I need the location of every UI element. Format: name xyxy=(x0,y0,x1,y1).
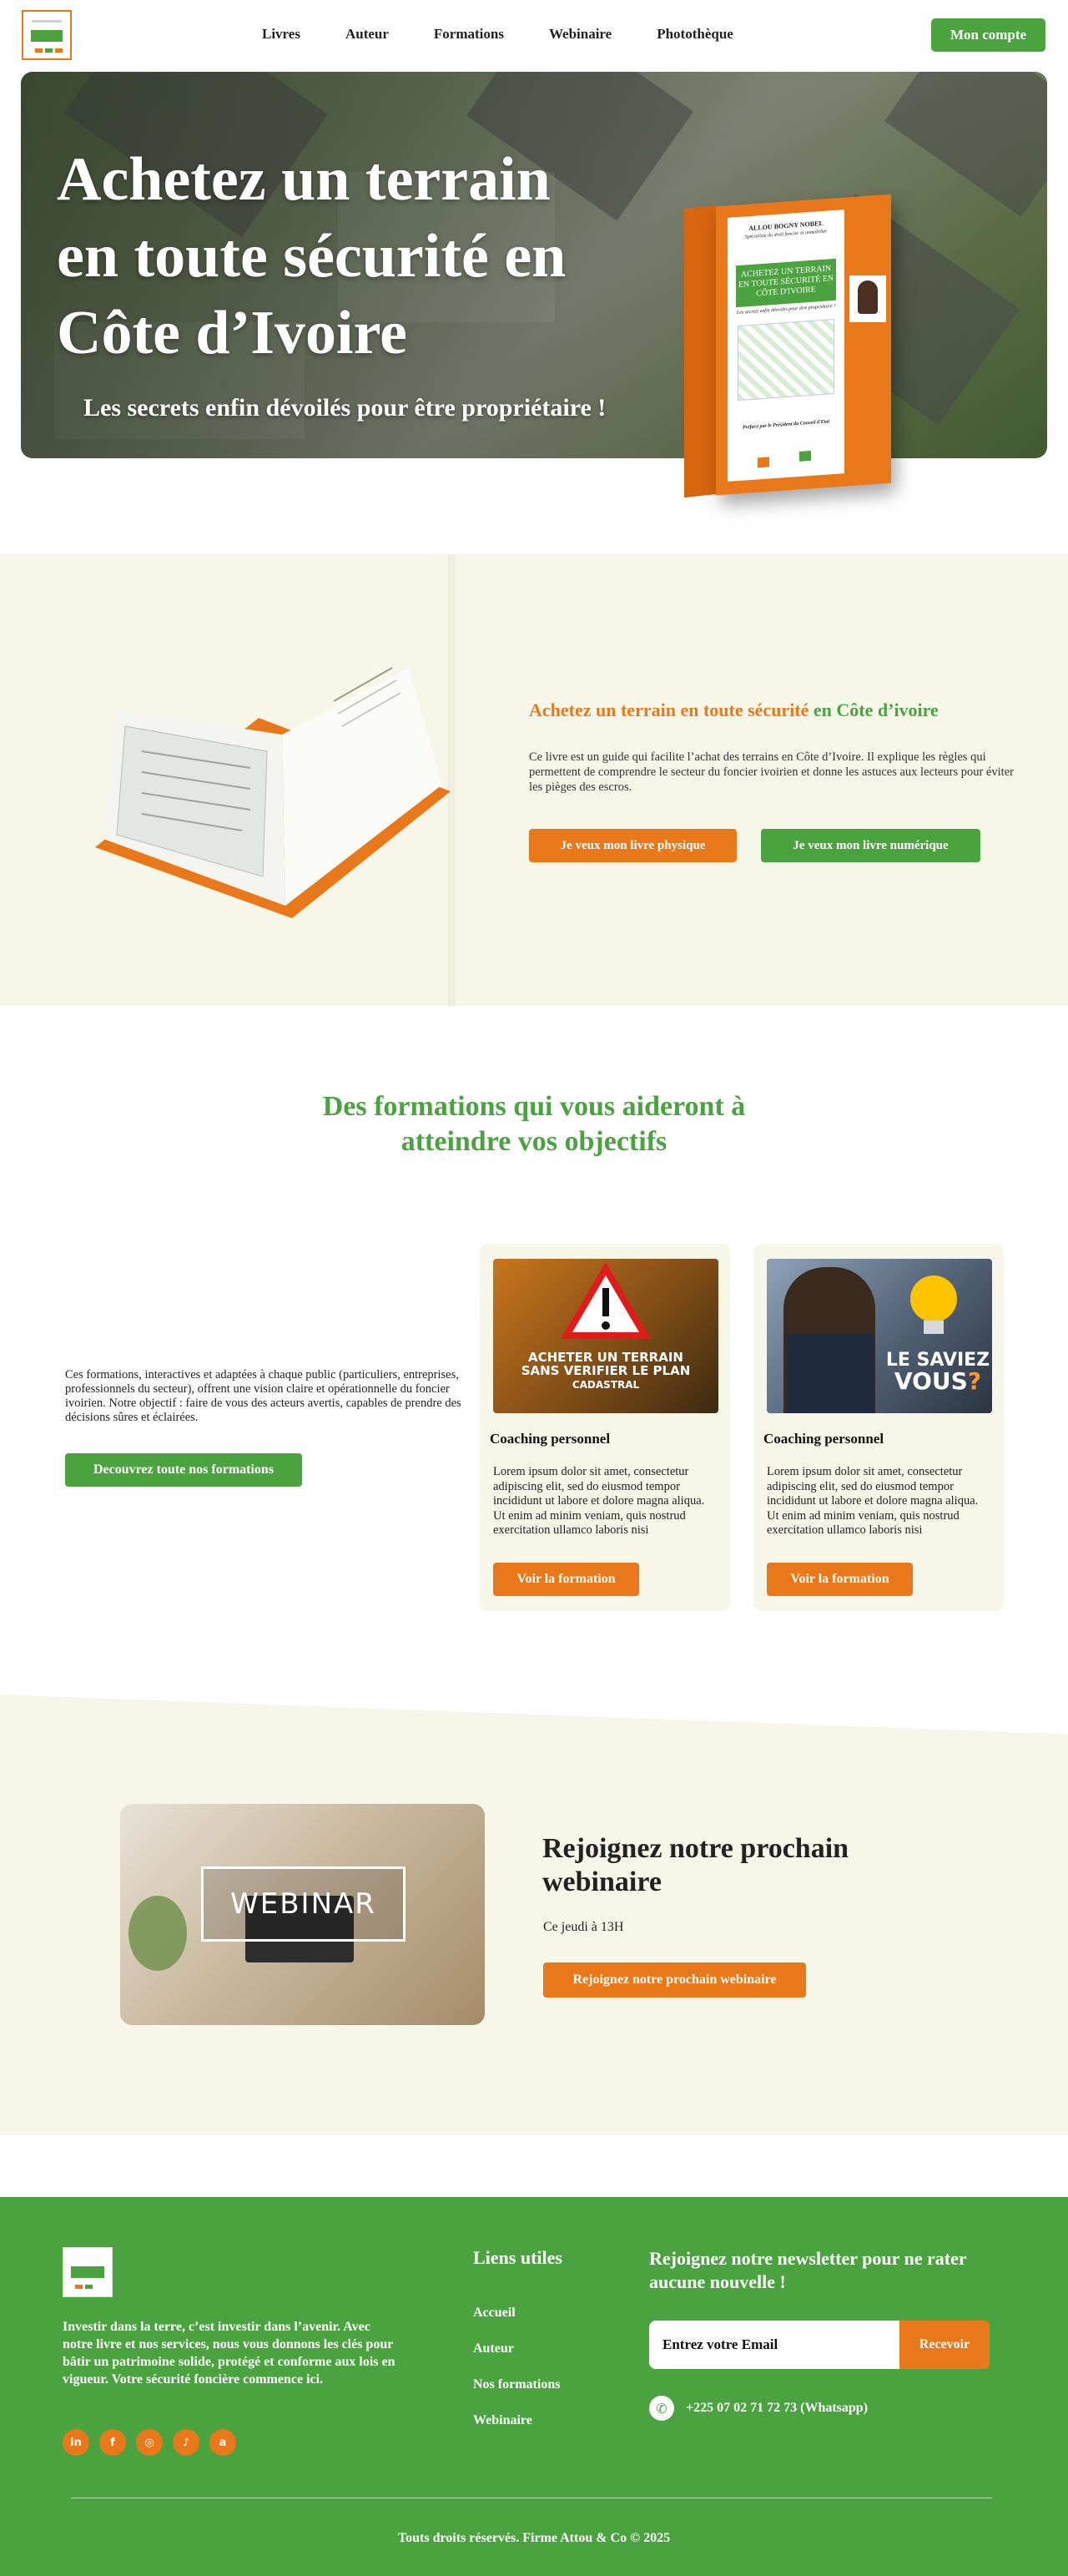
whatsapp-icon: ✆ xyxy=(649,2396,674,2421)
account-button[interactable]: Mon compte xyxy=(931,18,1045,52)
lightbulb-icon xyxy=(910,1275,957,1334)
main-menu: Livres Auteur Formations Webinaire Photo… xyxy=(262,26,778,43)
formation-card-body: Lorem ipsum dolor sit amet, consectetur … xyxy=(767,1465,979,1537)
top-navbar: Livres Auteur Formations Webinaire Photo… xyxy=(0,0,1068,70)
formation-card-title: Coaching personnel xyxy=(490,1431,611,1447)
book-section-title: Achetez un terrain en toute sécurité en … xyxy=(529,700,939,720)
book-cover-image: ALLOU BOGNY NOBEL Spécialiste du droit f… xyxy=(684,194,901,501)
digital-book-button[interactable]: Je veux mon livre numérique xyxy=(761,829,980,862)
all-formations-button[interactable]: Decouvrez toute nos formations xyxy=(65,1453,302,1487)
book-section: Achetez un terrain en toute sécurité en … xyxy=(0,554,1068,1006)
newsletter-email-input[interactable]: Entrez votre Email xyxy=(649,2321,899,2369)
formation-card: LE SAVIEZ VOUS? Coaching personnel Lorem… xyxy=(753,1244,1004,1611)
links-title: Liens utiles xyxy=(473,2247,562,2268)
webinar-image: WEBINAR xyxy=(120,1804,485,2025)
open-book-image xyxy=(95,667,451,918)
webinar-time: Ce jeudi à 13H xyxy=(543,1920,624,1934)
nav-livres[interactable]: Livres xyxy=(262,26,300,43)
amazon-icon[interactable]: a xyxy=(209,2429,236,2456)
newsletter-title: Rejoignez notre newsletter pour ne rater… xyxy=(649,2248,967,2292)
footer-links: Accueil Auteur Nos formations Webinaire xyxy=(473,2306,560,2449)
instagram-icon[interactable]: ◎ xyxy=(136,2429,163,2456)
view-formation-button[interactable]: Voir la formation xyxy=(493,1563,639,1596)
formation-card-image: ACHETER UN TERRAIN SANS VERIFIER LE PLAN… xyxy=(493,1259,718,1413)
view-formation-button[interactable]: Voir la formation xyxy=(767,1563,913,1596)
footer-tagline: Investir dans la terre, c’est investir d… xyxy=(63,2320,395,2387)
webinar-image-label: WEBINAR xyxy=(201,1866,406,1942)
linkedin-icon[interactable]: in xyxy=(63,2429,89,2456)
book-section-description: Ce livre est un guide qui facilite l’ach… xyxy=(529,750,1014,794)
hero-subtitle: Les secrets enfin dévoilés pour être pro… xyxy=(83,394,607,422)
copyright: Touts droits réservés. Firme Attou & Co … xyxy=(397,2531,671,2545)
footer-logo[interactable] xyxy=(63,2247,113,2297)
facebook-icon[interactable]: f xyxy=(99,2429,126,2456)
footer-link-accueil[interactable]: Accueil xyxy=(473,2306,560,2341)
nav-webinaire[interactable]: Webinaire xyxy=(549,26,612,43)
hero-title: Achetez un terrain en toute sécurité en … xyxy=(57,145,567,367)
newsletter-submit-button[interactable]: Recevoir xyxy=(899,2321,990,2369)
formation-card-body: Lorem ipsum dolor sit amet, consectetur … xyxy=(493,1465,705,1537)
formation-card-title: Coaching personnel xyxy=(763,1431,884,1447)
physical-book-button[interactable]: Je veux mon livre physique xyxy=(529,829,737,862)
social-links: in f ◎ ♪ a xyxy=(63,2429,236,2456)
nav-formations[interactable]: Formations xyxy=(434,26,504,43)
whatsapp-contact[interactable]: ✆ +225 07 02 71 72 73 (Whatsapp) xyxy=(649,2396,868,2421)
whatsapp-number: +225 07 02 71 72 73 (Whatsapp) xyxy=(686,2401,869,2415)
tiktok-icon[interactable]: ♪ xyxy=(173,2429,199,2456)
formations-title: Des formations qui vous aideront à attei… xyxy=(322,1091,746,1157)
formation-card-image: LE SAVIEZ VOUS? xyxy=(767,1259,992,1413)
formation-card: ACHETER UN TERRAIN SANS VERIFIER LE PLAN… xyxy=(480,1244,730,1611)
site-logo[interactable] xyxy=(22,10,72,60)
join-webinar-button[interactable]: Rejoignez notre prochain webinaire xyxy=(543,1962,806,1998)
nav-phototheque[interactable]: Photothèque xyxy=(657,26,733,43)
footer: Investir dans la terre, c’est investir d… xyxy=(0,2197,1068,2576)
footer-link-webinaire[interactable]: Webinaire xyxy=(473,2413,560,2449)
webinar-title: Rejoignez notre prochain webinaire xyxy=(542,1833,849,1897)
nav-auteur[interactable]: Auteur xyxy=(345,26,389,43)
footer-link-auteur[interactable]: Auteur xyxy=(473,2341,560,2377)
footer-link-formations[interactable]: Nos formations xyxy=(473,2377,560,2413)
formations-description: Ces formations, interactives et adaptées… xyxy=(65,1368,461,1424)
